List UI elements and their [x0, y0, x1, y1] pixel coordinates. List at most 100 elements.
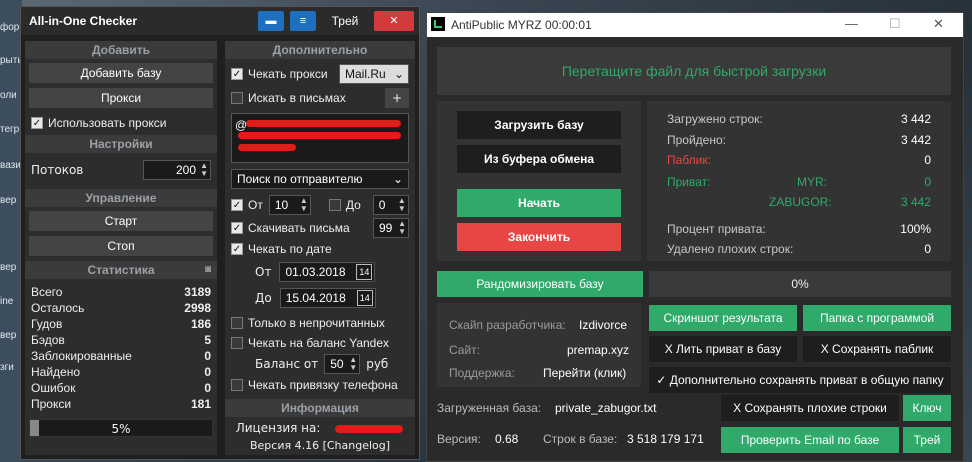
only-unread-checkbox[interactable]: Только в непрочитанных: [225, 313, 415, 333]
stat-row: Всего 3189: [25, 285, 217, 301]
redacted-mark: [246, 120, 401, 127]
check-phone-checkbox[interactable]: Чекать привязку телефона: [225, 375, 415, 395]
download-input[interactable]: 99 ▲ ▼: [373, 218, 409, 238]
antipublic-window: AntiPublic MYRZ 00:00:01 — ☐ ✕ Перетащит…: [426, 12, 964, 462]
to-checkbox[interactable]: До: [323, 195, 361, 215]
edge-text: тегр: [0, 124, 20, 135]
from-clipboard-button[interactable]: Из буфера обмена: [457, 145, 621, 173]
key-button[interactable]: Ключ: [903, 395, 951, 421]
search-letters-checkbox[interactable]: Искать в письмах: [225, 88, 346, 108]
minimize-button[interactable]: —: [845, 16, 858, 31]
check-yandex-checkbox[interactable]: Чекать на баланс Yandex: [225, 333, 415, 353]
date-to-input[interactable]: 15.04.2018 14: [279, 288, 376, 308]
start-button[interactable]: Начать: [457, 189, 621, 217]
redacted-mark: [335, 425, 403, 433]
menu-icon[interactable]: ≡: [290, 11, 316, 31]
redacted-mark: [238, 144, 296, 151]
drop-zone[interactable]: Перетащите файл для быстрой загрузки: [437, 47, 951, 95]
stat-label: Гудов: [31, 317, 63, 331]
finish-button[interactable]: Закончить: [457, 223, 621, 251]
skype-value[interactable]: Izdivorce: [579, 318, 627, 332]
balance-row: Баланс от 50 ▲ ▼ руб: [225, 353, 415, 375]
version-link[interactable]: Версия 4.16 [Changelog]: [225, 439, 415, 452]
camera-icon[interactable]: ◙: [205, 261, 211, 279]
check-proxy-checkbox[interactable]: ✓ Чекать прокси: [225, 64, 328, 84]
add-button[interactable]: +: [385, 88, 409, 108]
close-button[interactable]: ✕: [933, 16, 944, 32]
tray-button[interactable]: Трей: [322, 11, 368, 31]
proxy-select[interactable]: Mail.Ru ⌄: [339, 64, 409, 84]
from-input[interactable]: 10 ▲ ▼: [268, 195, 311, 215]
date-from-input[interactable]: 01.03.2018 14: [279, 262, 376, 282]
stat-value: 186: [190, 317, 211, 331]
to-input[interactable]: 0 ▲ ▼: [372, 195, 409, 215]
start-button[interactable]: Старт: [29, 211, 213, 231]
save-public-toggle[interactable]: Х Сохранять паблик: [803, 336, 951, 362]
randomize-button[interactable]: Рандомизировать базу: [437, 271, 643, 297]
loaded-base-label: Загруженная база:: [437, 401, 542, 415]
stat-value: 0: [204, 365, 211, 379]
search-letters-row: Искать в письмах +: [225, 87, 415, 109]
background-window-edge: форм рыть оли тегр вази вер вер ine вер …: [0, 0, 26, 462]
support-label: Поддержка:: [449, 366, 515, 380]
chevron-down-icon: ⌄: [392, 172, 403, 186]
tray-button[interactable]: Трей: [903, 427, 951, 453]
save-bad-lines-toggle[interactable]: Х Сохранять плохие строки: [721, 395, 899, 421]
threads-input[interactable]: 200 ▲ ▼: [143, 160, 211, 180]
save-private-common-toggle[interactable]: ✓ Дополнительно сохранять приват в общую…: [649, 367, 951, 393]
passed-label: Пройдено:: [667, 133, 726, 147]
checker-window: All-in-One Checker ▬ ≡ Трей ✕ Добавить Д…: [20, 6, 420, 460]
email-textarea[interactable]: @: [231, 113, 409, 163]
use-proxy-checkbox[interactable]: ✓ Использовать прокси: [25, 113, 217, 133]
edge-text: вер: [0, 330, 17, 341]
right-column: Дополнительно ✓ Чекать прокси Mail.Ru ⌄ Ис…: [225, 41, 415, 455]
calendar-icon: 14: [356, 264, 373, 280]
lines-label: Строк в базе:: [543, 432, 618, 446]
check-email-button[interactable]: Проверить Email по базе: [721, 427, 899, 453]
edge-text: вер: [0, 262, 17, 273]
stat-label: Бэдов: [31, 333, 65, 347]
version-label: Версия:: [437, 432, 481, 446]
public-value: 0: [924, 153, 931, 167]
date-from-label: От: [255, 265, 272, 279]
checkbox-icon: ✓: [31, 117, 43, 129]
version-value: 0.68: [495, 432, 519, 446]
search-mode-select[interactable]: Поиск по отправителю ⌄: [231, 169, 409, 189]
myr-label: MYR:: [797, 175, 827, 189]
program-folder-button[interactable]: Папка с программой: [803, 305, 951, 331]
pour-private-toggle[interactable]: Х Лить приват в базу: [649, 336, 797, 362]
antipublic-title: AntiPublic MYRZ 00:00:01: [451, 18, 592, 32]
from-checkbox[interactable]: ✓ От: [225, 195, 263, 215]
stat-value: 5: [204, 333, 211, 347]
stats-panel: Загружено строк: 3 442 Пройдено: 3 442 П…: [647, 101, 951, 261]
check-proxy-row: ✓ Чекать прокси Mail.Ru ⌄: [225, 63, 415, 85]
support-link[interactable]: Перейти (клик): [543, 366, 626, 380]
download-letters-checkbox[interactable]: ✓ Скачивать письма: [225, 218, 350, 238]
stats-section-header: Статистика ◙: [25, 261, 217, 279]
maximize-button[interactable]: ☐: [889, 16, 901, 32]
extra-section-header: Дополнительно: [225, 41, 415, 59]
deleted-label: Удалено плохих строк:: [667, 242, 794, 256]
stat-row: Осталось 2998: [25, 301, 217, 317]
stat-row: Гудов 186: [25, 317, 217, 333]
edge-text: оли: [0, 90, 17, 101]
proxy-button[interactable]: Прокси: [29, 88, 213, 108]
myr-value: 0: [924, 175, 931, 189]
stop-button[interactable]: Стоп: [29, 236, 213, 256]
range-row: ✓ От 10 ▲ ▼ До 0 ▲ ▼: [225, 193, 415, 217]
chevron-down-icon: ⌄: [393, 67, 404, 81]
download-row: ✓ Скачивать письма 99 ▲ ▼: [225, 217, 415, 239]
date-to-label: До: [255, 291, 272, 305]
add-base-button[interactable]: Добавить базу: [29, 63, 213, 83]
load-base-button[interactable]: Загрузить базу: [457, 111, 621, 139]
check-date-checkbox[interactable]: ✓ Чекать по дате: [225, 239, 415, 259]
close-button[interactable]: ✕: [374, 11, 414, 31]
antipublic-titlebar: AntiPublic MYRZ 00:00:01 — ☐ ✕: [427, 13, 963, 37]
license-line: Лицензия на:: [225, 421, 415, 437]
balance-input[interactable]: 50 ▲ ▼: [324, 354, 361, 374]
folder-icon[interactable]: ▬: [258, 11, 284, 31]
screenshot-button[interactable]: Скриншот результата: [649, 305, 797, 331]
license-label: Лицензия на:: [235, 421, 321, 435]
site-link[interactable]: premap.xyz: [567, 343, 629, 357]
checker-progress-bar: 5%: [29, 419, 213, 437]
